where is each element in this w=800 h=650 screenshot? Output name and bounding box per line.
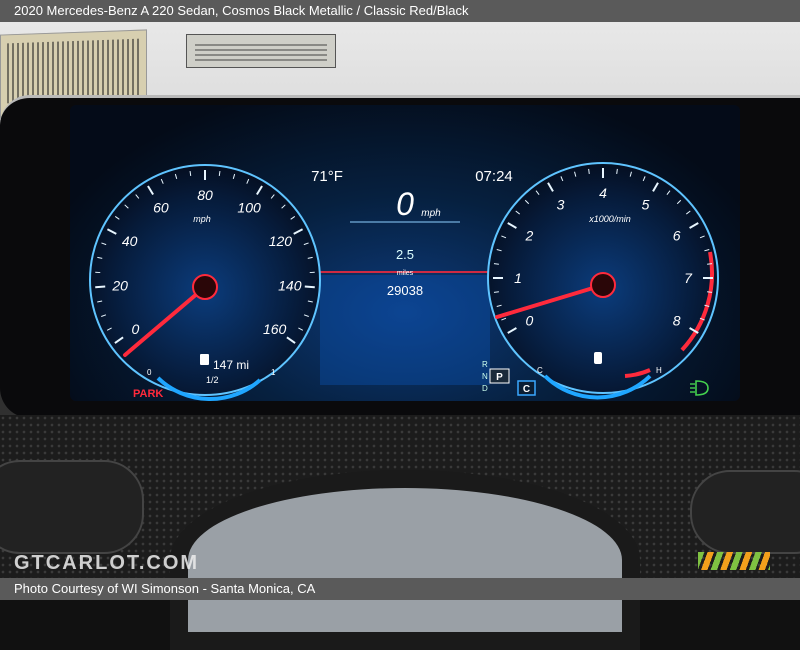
steering-stalk-left — [0, 460, 144, 554]
outside-temperature: 71°F — [311, 168, 343, 185]
credit-bar: Photo Courtesy of WI Simonson - Santa Mo… — [0, 578, 800, 600]
gear-selected: P — [496, 372, 503, 383]
coolant-temp-icon — [594, 352, 602, 364]
fuel-half: 1/2 — [206, 375, 219, 385]
speedometer: 0 20 40 60 80 100 120 140 160 mph 147 mi 1/2 0 1… — [90, 165, 320, 400]
gear-n: N — [482, 372, 488, 381]
speedometer-tick — [95, 287, 105, 288]
tachometer-tick — [707, 292, 712, 293]
drive-mode: C — [523, 384, 530, 395]
steering-wheel — [170, 470, 640, 650]
speedometer-unit: mph — [193, 214, 211, 224]
tachometer-label: 3 — [557, 196, 565, 212]
fuel-full: 1 — [271, 368, 276, 377]
tachometer-tick — [617, 169, 618, 174]
gear-r: R — [482, 360, 488, 369]
speedometer-label: 140 — [278, 278, 302, 294]
watermark-logo: GTCARLOT.COM — [14, 552, 199, 575]
tachometer-label: 8 — [673, 313, 681, 329]
odometer: 29038 — [387, 283, 423, 298]
tachometer-label: 5 — [642, 196, 650, 212]
speedometer-label: 40 — [122, 233, 138, 249]
speedometer-tick — [305, 287, 315, 288]
watermark-stripes — [698, 552, 770, 570]
fuel-pump-icon — [200, 354, 209, 365]
fuel-empty: 0 — [147, 368, 152, 377]
coolant-cold: C — [537, 366, 543, 375]
credit-text: Photo Courtesy of WI Simonson - Santa Mo… — [0, 581, 315, 596]
gear-d: D — [482, 384, 488, 393]
speedometer-label: 80 — [197, 187, 213, 203]
tachometer-unit: x1000/min — [588, 214, 631, 224]
speedometer-label: 60 — [153, 199, 169, 215]
tachometer-hub — [591, 273, 615, 297]
speedometer-tick — [190, 171, 191, 176]
speedometer-label: 0 — [131, 321, 139, 337]
speedometer-label: 160 — [263, 321, 287, 337]
tachometer-label: 0 — [525, 313, 533, 329]
tachometer-label: 1 — [514, 270, 522, 286]
tachometer-label: 7 — [684, 270, 693, 286]
headlight-indicator-icon — [690, 381, 708, 395]
caption-text: 2020 Mercedes-Benz A 220 Sedan, Cosmos B… — [0, 3, 469, 18]
fuel-range: 147 mi — [213, 358, 249, 372]
tachometer-label: 6 — [673, 228, 681, 244]
trip-unit: miles — [397, 270, 414, 277]
coolant-hot: H — [656, 366, 662, 375]
tachometer-tick — [494, 264, 499, 265]
speedometer-label: 120 — [269, 233, 293, 249]
tachometer-label: 2 — [524, 228, 533, 244]
park-indicator: PARK — [133, 388, 163, 400]
tachometer-label: 4 — [599, 185, 607, 201]
tachometer-tick — [494, 292, 499, 293]
clock: 07:24 — [475, 168, 513, 185]
steering-stalk-right — [690, 470, 800, 554]
speedometer-label: 20 — [111, 278, 128, 294]
speedometer-tick — [219, 171, 220, 176]
speedometer-hub — [193, 275, 217, 299]
tachometer-tick — [707, 264, 712, 265]
speedometer-label: 100 — [237, 199, 261, 215]
digital-speed-unit: mph — [421, 208, 441, 219]
tachometer: 0 1 2 3 4 5 6 7 8 x1000/min C H — [488, 163, 718, 397]
caption-bar: 2020 Mercedes-Benz A 220 Sedan, Cosmos B… — [0, 0, 800, 22]
trip-value: 2.5 — [396, 247, 414, 262]
digital-speed: 0 — [396, 186, 414, 222]
tachometer-tick — [589, 169, 590, 174]
